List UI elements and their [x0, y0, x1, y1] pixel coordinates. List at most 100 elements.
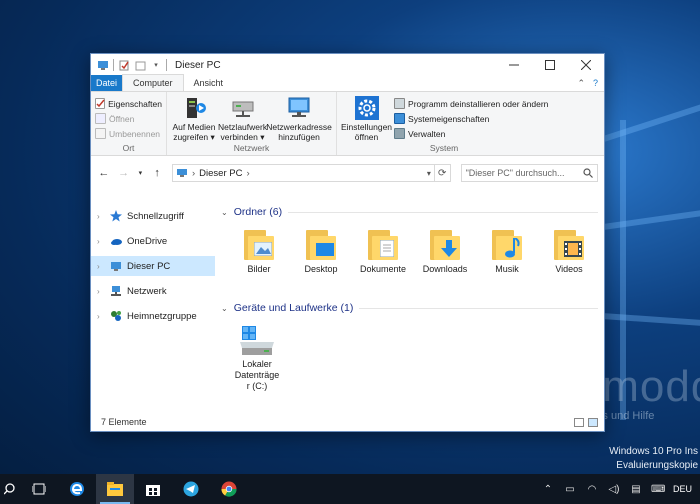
volume-icon[interactable]: ◁) — [607, 484, 621, 495]
drive-label-line2: Datenträge — [234, 370, 280, 380]
access-media-button[interactable]: Auf Medien zugreifen ▾ — [171, 96, 217, 142]
wifi-icon[interactable]: ◠ — [585, 484, 599, 495]
search-input[interactable]: "Dieser PC" durchsuch... — [460, 164, 598, 182]
address-dropdown-icon[interactable]: ▾ — [427, 169, 431, 178]
folder-label: Dokumente — [359, 264, 407, 274]
tab-file[interactable]: Datei — [91, 75, 122, 91]
open-button[interactable]: Öffnen — [95, 111, 162, 126]
battery-icon[interactable]: ▭ — [563, 484, 577, 495]
ribbon-group-system: Einstellungen öffnen Programm deinstalli… — [337, 92, 551, 155]
downloads-folder-icon — [430, 228, 460, 260]
address-field[interactable]: › Dieser PC › ▾ — [172, 164, 435, 182]
store-taskbar-button[interactable] — [134, 474, 172, 504]
action-center-icon[interactable]: ▤ — [629, 484, 643, 495]
drive-local-c[interactable]: Lokaler Datenträge r (C:) — [231, 326, 283, 392]
telegram-icon — [183, 481, 199, 497]
new-folder-icon[interactable] — [134, 59, 146, 71]
rename-button[interactable]: Umbenennen — [95, 126, 162, 141]
maximize-icon — [545, 60, 555, 70]
computer-icon[interactable] — [97, 59, 109, 71]
folders-section-header[interactable]: ⌄ Ordner (6) — [221, 204, 604, 220]
sidebar-item-onedrive[interactable]: › OneDrive — [91, 231, 215, 251]
maximize-button[interactable] — [532, 54, 568, 76]
search-button[interactable] — [0, 474, 20, 504]
chrome-taskbar-button[interactable] — [210, 474, 248, 504]
network-location-icon — [286, 96, 312, 120]
manage-button[interactable]: Verwalten — [394, 126, 548, 141]
navigation-pane: › Schnellzugriff › OneDrive › Dieser PC … — [91, 200, 215, 431]
breadcrumb-chevron-icon[interactable]: › — [246, 168, 249, 179]
drive-label-line3: r (C:) — [246, 381, 268, 391]
collapse-chevron-icon[interactable]: ⌄ — [221, 304, 228, 313]
recent-locations-icon[interactable]: ▾ — [136, 169, 144, 177]
sidebar-item-network[interactable]: › Netzwerk — [91, 281, 215, 301]
system-tray: ⌃ ▭ ◠ ◁) ▤ ⌨ DEU — [541, 474, 700, 504]
breadcrumb-current[interactable]: Dieser PC — [199, 168, 242, 179]
pictures-folder-icon — [244, 228, 274, 260]
folder-music[interactable]: Musik — [485, 228, 529, 286]
ribbon: Eigenschaften Öffnen Umbenennen Ort Auf … — [91, 92, 604, 156]
explorer-taskbar-button[interactable] — [96, 474, 134, 504]
large-icons-view-icon[interactable] — [588, 418, 598, 427]
properties-button[interactable]: Eigenschaften — [95, 96, 162, 111]
forward-button[interactable]: → — [117, 167, 131, 179]
help-icon[interactable]: ? — [593, 78, 598, 89]
qat-dropdown-icon[interactable]: ▾ — [150, 59, 162, 71]
manage-icon — [394, 128, 406, 139]
cloud-icon — [110, 235, 122, 247]
tab-computer[interactable]: Computer — [122, 74, 184, 91]
expand-chevron-icon[interactable]: › — [97, 312, 105, 321]
details-view-icon[interactable] — [574, 418, 584, 427]
computer-icon — [177, 169, 187, 177]
properties-icon[interactable] — [118, 59, 130, 71]
section-divider — [359, 307, 598, 309]
sidebar-item-homegroup[interactable]: › Heimnetzgruppe — [91, 306, 215, 326]
map-network-drive-button[interactable]: Netzlaufwerk verbinden ▾ — [218, 96, 267, 142]
keyboard-icon[interactable]: ⌨ — [651, 484, 665, 495]
close-button[interactable] — [568, 54, 604, 76]
qat-separator — [166, 59, 167, 71]
folder-desktop[interactable]: Desktop — [299, 228, 343, 286]
up-button[interactable]: ↑ — [150, 167, 164, 179]
edge-taskbar-button[interactable] — [58, 474, 96, 504]
file-explorer-icon — [107, 482, 123, 496]
media-server-icon — [181, 96, 207, 120]
folder-videos[interactable]: Videos — [547, 228, 591, 286]
folders-header-label: Ordner (6) — [233, 206, 283, 218]
homegroup-icon — [110, 310, 122, 322]
tab-view[interactable]: Ansicht — [184, 75, 234, 91]
input-language[interactable]: DEU — [673, 484, 692, 494]
title-bar[interactable]: ▾ Dieser PC — [91, 54, 604, 76]
videos-folder-icon — [554, 228, 584, 260]
file-list-pane: ⌄ Ordner (6) Bilder Desktop Dokumente Do… — [215, 200, 604, 431]
task-view-icon — [32, 483, 46, 495]
add-network-location-button[interactable]: Netzwerkadresse hinzufügen — [266, 96, 332, 142]
expand-chevron-icon[interactable]: › — [97, 237, 105, 246]
hard-drive-icon — [240, 326, 274, 355]
content-area: › Schnellzugriff › OneDrive › Dieser PC … — [91, 200, 604, 431]
computer-icon — [110, 260, 122, 272]
breadcrumb-separator-icon[interactable]: › — [192, 168, 195, 179]
minimize-button[interactable] — [496, 54, 532, 76]
manage-label: Verwalten — [408, 128, 446, 139]
expand-chevron-icon[interactable]: › — [97, 287, 105, 296]
expand-chevron-icon[interactable]: › — [97, 212, 105, 221]
task-view-button[interactable] — [20, 474, 58, 504]
drives-section-header[interactable]: ⌄ Geräte und Laufwerke (1) — [221, 300, 604, 316]
folder-documents[interactable]: Dokumente — [359, 228, 407, 286]
music-folder-icon — [492, 228, 522, 260]
sidebar-item-this-pc[interactable]: › Dieser PC — [91, 256, 215, 276]
telegram-taskbar-button[interactable] — [172, 474, 210, 504]
ribbon-collapse-icon[interactable]: ⌃ — [577, 78, 585, 89]
show-hidden-icons-icon[interactable]: ⌃ — [541, 484, 555, 495]
uninstall-program-button[interactable]: Programm deinstallieren oder ändern — [394, 96, 548, 111]
folder-downloads[interactable]: Downloads — [423, 228, 467, 286]
refresh-button[interactable]: ⟳ — [434, 164, 451, 182]
system-properties-button[interactable]: Systemeigenschaften — [394, 111, 548, 126]
back-button[interactable]: ← — [97, 167, 111, 179]
status-item-count: 7 Elemente — [101, 417, 147, 427]
sidebar-item-quick-access[interactable]: › Schnellzugriff — [91, 206, 215, 226]
expand-chevron-icon[interactable]: › — [97, 262, 105, 271]
collapse-chevron-icon[interactable]: ⌄ — [221, 208, 228, 217]
folder-pictures[interactable]: Bilder — [237, 228, 281, 286]
